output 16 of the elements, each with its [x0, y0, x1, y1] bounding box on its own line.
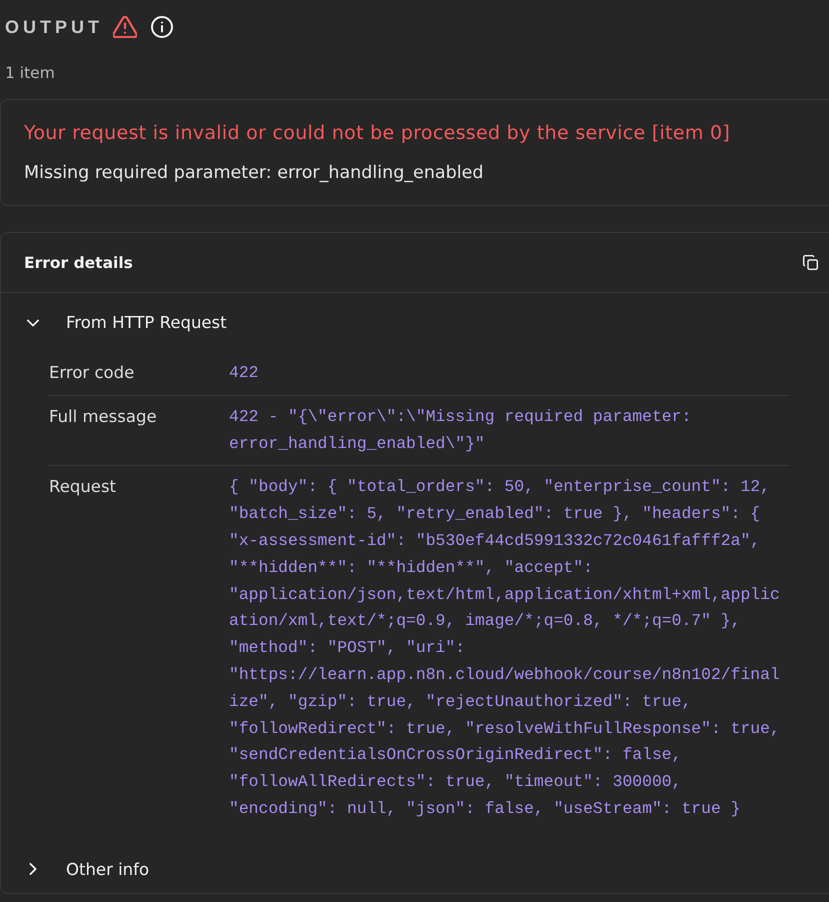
error-title: Your request is invalid or could not be processed by the service [item 0]	[24, 121, 732, 146]
field-value: { "body": { "total_orders": 50, "enterprise_count": 12, "batch_size": 5, "retry_enabled": true }, "headers": { "x-assessment-id": "b530ef44cd5991332c72c0461fafff2a", "**hidden**": "**hidden**", "accept": "application/json,text/html,application/xhtml+xml,application/xml,text/*;q=0.9, image/*;q=0.8, */*;q=0.7" }, "method": "POST", "uri": "https://learn.app.n8n.cloud/webhook/course/n8n102/finalize", "gzip": true, "rejectUnauthorized": true, "followRedirect": true, "resolveWithFullResponse": true, "sendCredentialsOnCrossOriginRedirect": false, "followAllRedirects": true, "timeout": 300000, "encoding": null, "json": false, "useStream": true }	[229, 476, 781, 820]
field-label: Error code	[49, 362, 136, 384]
field-value: 422	[229, 362, 260, 384]
panel-title: OUTPUT	[5, 16, 103, 38]
item-count: 1 item	[5, 64, 55, 82]
warning-icon	[113, 16, 137, 38]
details-title: Error details	[24, 254, 133, 272]
field-value: 422 - "{\"error\":\"Missing required parameter: error_handling_enabled\"}"	[229, 406, 692, 455]
field-label: Full message	[49, 406, 158, 428]
section-header[interactable]: From HTTP Request	[1, 293, 829, 352]
error-message: Missing required parameter: error_handling_enabled	[24, 162, 484, 185]
field-label: Request	[49, 476, 118, 498]
copy-icon[interactable]	[803, 255, 818, 270]
info-icon[interactable]	[151, 16, 173, 38]
section-header[interactable]: Other info	[1, 840, 829, 899]
